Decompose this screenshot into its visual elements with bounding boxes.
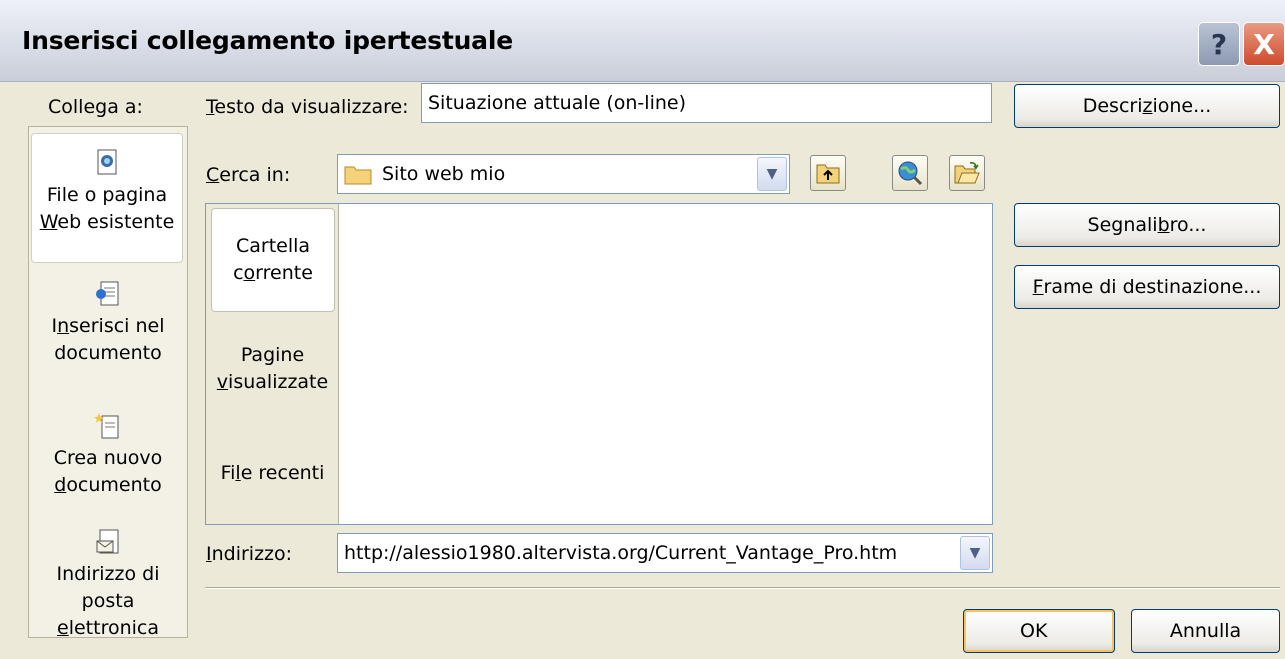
display-text-label: Testo da visualizzare: xyxy=(206,96,409,118)
linkbar-item-new-document[interactable]: Crea nuovo documento xyxy=(29,411,187,521)
linkbar-item-email-address[interactable]: Indirizzo di posta elettronica xyxy=(29,527,187,639)
linkbar-item-label-2: documento xyxy=(54,474,162,496)
browse-file-button[interactable] xyxy=(949,155,985,191)
address-label: Indirizzo: xyxy=(206,543,293,565)
look-in-dropdown[interactable]: Sito web mio ▼ xyxy=(337,154,790,194)
chevron-down-icon[interactable]: ▼ xyxy=(757,157,787,191)
folder-icon xyxy=(344,166,372,185)
new-document-icon xyxy=(94,413,119,439)
up-one-folder-icon xyxy=(816,164,840,184)
look-in-label: Cerca in: xyxy=(206,164,291,186)
existing-file-icon xyxy=(97,149,117,175)
linkbar-item-label-1: Crea nuovo xyxy=(53,447,163,469)
linkbar-item-label-2: Web esistente xyxy=(39,211,175,233)
linkbar-item-label-1: Inserisci nel xyxy=(51,315,165,337)
browse-file-icon xyxy=(954,162,980,184)
chevron-down-icon[interactable]: ▼ xyxy=(960,536,990,570)
linkbar-item-label-2: posta xyxy=(81,590,135,612)
browse-tabs: Cartella corrente Pagine visualizzate Fi… xyxy=(206,204,339,524)
cancel-button[interactable]: Annulla xyxy=(1131,609,1280,653)
address-value: http://alessio1980.altervista.org/Curren… xyxy=(344,542,898,564)
up-one-folder-button[interactable] xyxy=(810,155,846,191)
address-field[interactable]: http://alessio1980.altervista.org/Curren… xyxy=(337,533,993,573)
ok-button[interactable]: OK xyxy=(963,609,1115,653)
tab-browsed-pages[interactable]: Pagine visualizzate xyxy=(206,342,339,396)
linkbar-item-label-1: File o pagina xyxy=(46,184,168,206)
window-title: Inserisci collegamento ipertestuale xyxy=(22,26,513,55)
help-icon: ? xyxy=(1210,27,1228,61)
browse-panel: Cartella corrente Pagine visualizzate Fi… xyxy=(205,203,993,525)
browse-web-button[interactable] xyxy=(892,155,928,191)
display-text-field[interactable] xyxy=(421,83,992,123)
linkbar-item-label-1: Indirizzo di xyxy=(56,563,160,585)
help-button[interactable]: ? xyxy=(1198,22,1240,66)
linkbar-item-place-in-document[interactable]: Inserisci nel documento xyxy=(29,279,187,389)
target-frame-button[interactable]: Frame di destinazione... xyxy=(1014,265,1280,309)
link-to-bar: File o pagina Web esistente Inserisci ne… xyxy=(28,126,188,639)
linkbar-item-label-3: elettronica xyxy=(57,617,159,639)
place-in-document-icon xyxy=(96,281,119,306)
bookmark-button[interactable]: Segnali b ro... xyxy=(1014,203,1280,247)
tab-recent-files[interactable]: File recenti xyxy=(206,460,339,487)
description-button[interactable]: Descri z ione... xyxy=(1014,84,1280,128)
close-button[interactable]: X xyxy=(1243,22,1285,66)
look-in-value: Sito web mio xyxy=(382,163,506,185)
email-address-icon xyxy=(96,529,119,554)
title-bar: Inserisci collegamento ipertestuale ? X xyxy=(0,0,1285,82)
separator xyxy=(205,587,1280,589)
tab-current-folder[interactable]: Cartella corrente xyxy=(211,208,335,312)
file-list[interactable] xyxy=(340,204,992,524)
close-icon: X xyxy=(1253,27,1275,61)
browse-web-icon xyxy=(898,161,923,186)
linkbar-item-existing-file[interactable]: File o pagina Web esistente xyxy=(31,133,183,263)
linkbar-item-label-2: documento xyxy=(54,342,162,364)
link-to-heading: Collega a: xyxy=(48,96,143,118)
